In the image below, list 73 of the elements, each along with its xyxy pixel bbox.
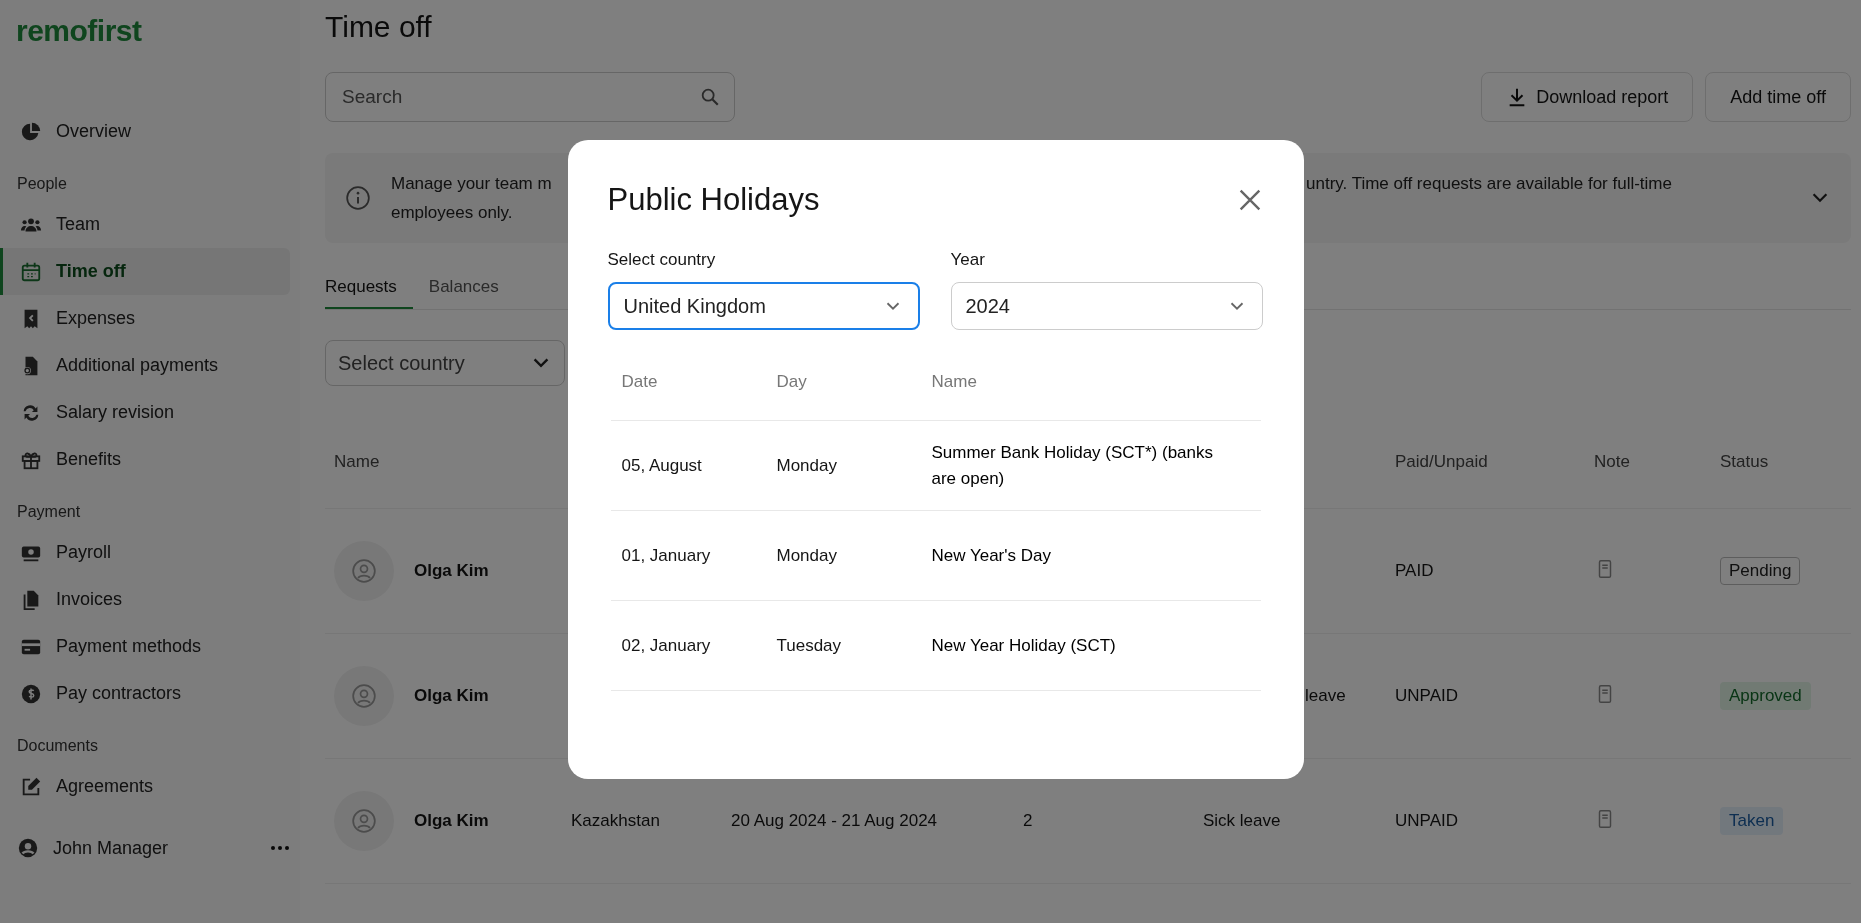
pencil-square-icon [20,775,42,798]
search-field[interactable]: Search [325,72,735,122]
user-icon [351,808,377,834]
user-name[interactable]: John Manager [53,837,256,859]
nav-item[interactable]: Team [0,201,290,248]
holiday-date: 05, August [621,455,703,476]
download-button[interactable]: Download report [1481,72,1694,122]
table-cell: UNPAID [1395,686,1458,705]
nav-item[interactable]: Pay contractors [0,670,290,717]
holiday-name: New Year's Day [931,544,1052,567]
column-header: Date [621,372,659,392]
column-header: Note [1594,452,1631,472]
column-header: Status [1720,452,1770,472]
status-badge: Pending [1720,557,1801,585]
table-cell: 20 Aug 2024 - 21 Aug 2024 [731,811,938,830]
holiday-name: Summer Bank Holiday (SCT*) (banks are open) [931,441,1215,490]
section-heading: Payment [16,503,82,521]
nav-item[interactable]: Benefits [0,436,290,483]
year-select[interactable]: 2024 [950,282,1263,330]
user-icon [351,683,377,709]
table-cell: Sick leave [1203,811,1281,830]
column-header: Name [333,452,381,472]
field-label: Select country [607,250,717,270]
tab[interactable]: Balances [428,277,499,309]
banner-text: untry. Time off requests are available for full-time [1306,173,1672,195]
add-button[interactable]: Add time off [1705,72,1851,122]
user-avatar-icon [17,837,39,859]
banner-text: employees only. [391,202,513,224]
logo[interactable]: remofirst [0,14,290,58]
page-title: Time off [325,10,433,45]
nav-item[interactable]: Overview [0,108,290,155]
column-header: Name [931,372,978,392]
holiday-day: Monday [776,545,932,566]
calendar-icon [20,260,42,283]
field-label: Year [950,250,986,270]
info-icon [345,185,371,211]
nav-item[interactable]: Invoices [0,576,290,623]
column-header: Day [776,372,808,392]
section-heading: Documents [16,737,99,755]
tab[interactable]: Requests [325,277,413,309]
section-heading: People [16,175,68,193]
country-dropdown[interactable]: Select country [325,340,565,386]
nav-item[interactable]: Payment methods [0,623,290,670]
pie-chart-icon [20,120,42,143]
employee-name: Olga Kim [414,686,489,706]
dialog-title: Public Holidays [607,182,820,218]
nav-item[interactable]: Expenses [0,295,290,342]
table-cell: 2 [1023,811,1033,830]
employee-name: Olga Kim [414,811,489,831]
status-badge: Approved [1720,682,1811,710]
holiday-date: 02, January [621,635,712,656]
employee-name: Olga Kim [414,561,489,581]
column-header: Paid/Unpaid [1395,452,1489,472]
more-icon[interactable] [270,845,290,851]
table-cell: PAID [1395,561,1434,580]
country-select[interactable]: United Kingdom [607,282,920,330]
status-badge: Taken [1720,807,1784,835]
holiday-date: 01, January [621,545,712,566]
search-icon [699,86,721,108]
nav-item[interactable]: Salary revision [0,389,290,436]
holiday-day: Tuesday [776,635,932,656]
holiday-name: New Year Holiday (SCT) [931,634,1117,657]
nav-item[interactable]: Additional payments [0,342,290,389]
dollar-coin-icon [20,682,42,705]
holiday-day: Monday [776,455,932,476]
table-cell: UNPAID [1395,811,1458,830]
table-cell: Kazakhstan [571,811,660,830]
table-cell-text: leave [1304,686,1346,705]
nav-item[interactable]: Time off [0,248,290,295]
user-icon [351,558,377,584]
nav-item[interactable]: Agreements [0,763,290,810]
banner-text: Manage your team m [391,173,553,195]
nav-item[interactable]: Payroll [0,529,290,576]
